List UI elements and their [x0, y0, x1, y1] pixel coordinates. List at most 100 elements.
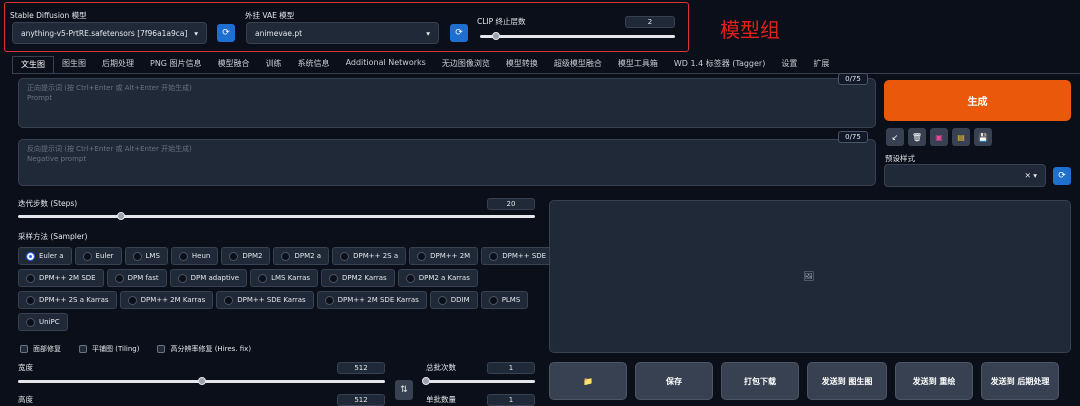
sampler-option[interactable]: LMS	[124, 247, 168, 265]
option-checkbox[interactable]: 平铺图 (Tiling)	[79, 344, 139, 354]
sampler-option[interactable]: DPM++ 2M	[409, 247, 479, 265]
vae-select[interactable]: animevae.pt ▾	[246, 22, 439, 44]
radio-dot	[26, 273, 35, 283]
clipboard-icon[interactable]: ▤	[952, 128, 970, 146]
clip-slider-track[interactable]	[480, 35, 675, 38]
chevron-down-icon: ▾	[194, 28, 198, 38]
tab-12[interactable]: WD 1.4 标签器 (Tagger)	[666, 56, 774, 73]
batch-size-input[interactable]: 1	[487, 394, 535, 406]
trash-icon[interactable]: 🗑	[908, 128, 926, 146]
sampler-option[interactable]: PLMS	[480, 291, 529, 309]
sampler-option[interactable]: DPM++ 2M SDE Karras	[316, 291, 427, 309]
sampler-option[interactable]: UniPC	[18, 313, 68, 331]
checkbox-box[interactable]	[157, 345, 166, 353]
clip-slider-knob[interactable]	[491, 32, 500, 40]
save-icon[interactable]: 💾	[974, 128, 992, 146]
tab-9[interactable]: 模型转换	[498, 56, 546, 73]
sampler-option[interactable]: Euler a	[18, 247, 72, 265]
width-slider-knob[interactable]	[197, 377, 206, 385]
checkbox-box[interactable]	[79, 345, 87, 353]
tab-0[interactable]: 文生图	[12, 56, 54, 73]
sd-model-select[interactable]: anything-v5-PrtRE.safetensors [7f96a1a9c…	[12, 22, 207, 44]
swap-dimensions-button[interactable]: ⇅	[395, 380, 413, 400]
steps-slider-track[interactable]	[18, 215, 535, 218]
tab-8[interactable]: 无边图像浏览	[434, 56, 498, 73]
prompt-token-counter: 0/75	[838, 73, 868, 85]
action-button-2[interactable]: 打包下载	[721, 362, 799, 400]
width-value-input[interactable]: 512	[337, 362, 385, 374]
sampler-row: UniPC	[18, 313, 538, 331]
negative-prompt-textarea[interactable]: 反向提示词 (按 Ctrl+Enter 或 Alt+Enter 开始生成) Ne…	[18, 139, 876, 186]
sampler-option[interactable]: LMS Karras	[250, 269, 319, 287]
width-label: 宽度	[18, 363, 33, 372]
action-button-1[interactable]: 保存	[635, 362, 713, 400]
folder-icon[interactable]: 📁	[549, 362, 627, 400]
tab-13[interactable]: 设置	[773, 56, 805, 73]
sampler-option[interactable]: DPM fast	[106, 269, 167, 287]
sampler-option[interactable]: Euler	[74, 247, 122, 265]
sampler-option[interactable]: DPM2 Karras	[321, 269, 395, 287]
batch-count-slider-knob[interactable]	[422, 377, 430, 385]
sampler-option[interactable]: DPM++ 2S a Karras	[18, 291, 117, 309]
sampler-option[interactable]: DPM adaptive	[169, 269, 248, 287]
sampler-option[interactable]: DDIM	[429, 291, 478, 309]
sampler-option[interactable]: DPM2 a	[273, 247, 330, 265]
main-tabs: 文生图 图生图 后期处理 PNG 图片信息 模型融合 训练 系统信息 Additional N…	[12, 56, 837, 73]
prompt-textarea[interactable]: 正向提示词 (按 Ctrl+Enter 或 Alt+Enter 开始生成) Pr…	[18, 78, 876, 128]
option-checkbox[interactable]: 高分辨率修复 (Hires. fix)	[157, 344, 251, 354]
batch-count-slider-track[interactable]	[426, 380, 535, 383]
sampler-option-label: LMS	[145, 252, 160, 260]
sampler-option[interactable]: Heun	[170, 247, 219, 265]
tab-11[interactable]: 模型工具箱	[610, 56, 666, 73]
arrow-icon[interactable]: ↙	[886, 128, 904, 146]
checkbox-box[interactable]	[20, 345, 28, 353]
height-value-input[interactable]: 512	[337, 394, 385, 406]
action-button-5[interactable]: 发送到 后期处理	[981, 362, 1059, 400]
refresh-icon[interactable]: ⟳	[450, 24, 468, 42]
action-button-3[interactable]: 发送到 图生图	[807, 362, 887, 400]
sampler-option[interactable]: DPM++ 2M Karras	[119, 291, 214, 309]
sampler-option[interactable]: DPM++ 2S a	[332, 247, 407, 265]
sampler-option[interactable]: DPM++ SDE Karras	[216, 291, 314, 309]
steps-slider-knob[interactable]	[117, 212, 126, 220]
model-group-annotation: 模型组	[720, 18, 780, 42]
clear-icon[interactable]: ✕ ▾	[1025, 171, 1037, 180]
tab-7[interactable]: Additional Networks	[338, 56, 434, 73]
tab-10[interactable]: 超级模型融合	[546, 56, 610, 73]
tab-14[interactable]: 扩展	[805, 56, 837, 73]
prompt-placeholder-en: Prompt	[27, 94, 53, 102]
image-icon[interactable]: ▣	[930, 128, 948, 146]
tab-divider	[12, 73, 1080, 74]
styles-select[interactable]: ✕ ▾	[884, 164, 1046, 187]
refresh-icon[interactable]: ⟳	[217, 24, 235, 42]
radio-dot	[82, 251, 92, 261]
sampler-row: Euler a Euler LMS Heun DPM2 DPM2 a DPM++ 2S a D…	[18, 247, 555, 265]
generate-button[interactable]: 生成	[884, 80, 1071, 121]
tab-2[interactable]: 后期处理	[94, 56, 142, 73]
radio-dot	[340, 251, 350, 261]
radio-dot	[114, 273, 124, 283]
tab-4[interactable]: 模型融合	[210, 56, 258, 73]
refresh-icon[interactable]: ⟳	[1053, 167, 1071, 185]
action-button-4[interactable]: 发送到 重绘	[895, 362, 973, 400]
sd-model-value: anything-v5-PrtRE.safetensors [7f96a1a9c…	[21, 28, 188, 38]
tab-6[interactable]: 系统信息	[290, 56, 338, 73]
radio-dot	[489, 251, 499, 261]
steps-value-input[interactable]: 20	[487, 198, 535, 210]
tab-5[interactable]: 训练	[258, 56, 290, 73]
sampler-option[interactable]: DPM2 a Karras	[397, 269, 478, 287]
tab-3[interactable]: PNG 图片信息	[142, 56, 210, 73]
tab-1[interactable]: 图生图	[54, 56, 94, 73]
checkbox-label: 平铺图 (Tiling)	[92, 345, 140, 353]
radio-dot	[324, 295, 334, 305]
sampler-option[interactable]: DPM++ SDE	[481, 247, 555, 265]
sampler-option-label: LMS Karras	[271, 274, 311, 282]
clip-value-input[interactable]: 2	[625, 16, 675, 28]
negative-token-counter: 0/75	[838, 131, 868, 143]
radio-dot	[26, 295, 35, 305]
batch-count-input[interactable]: 1	[487, 362, 535, 374]
sampler-option[interactable]: DPM++ 2M SDE	[18, 269, 104, 287]
option-checkbox[interactable]: 面部修复	[20, 344, 61, 354]
sampler-option[interactable]: DPM2	[221, 247, 271, 265]
radio-dot	[132, 251, 142, 261]
